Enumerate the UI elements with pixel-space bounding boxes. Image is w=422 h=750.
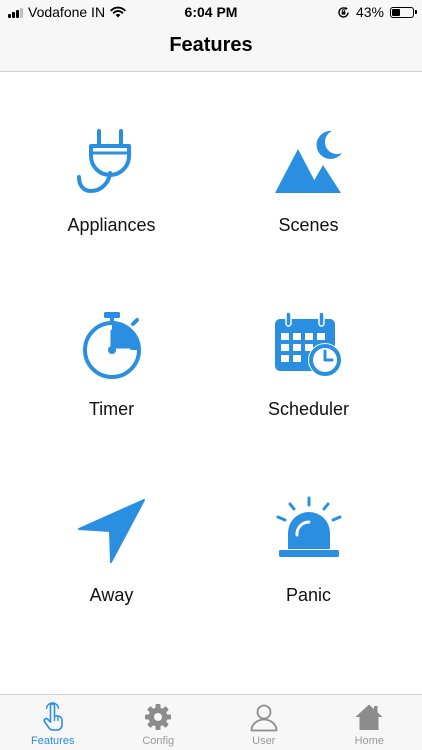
location-arrow-icon [77,495,147,565]
calendar-clock-icon [274,309,344,379]
feature-label: Scenes [278,215,339,235]
feature-tile-scheduler[interactable]: Scheduler [203,309,414,459]
gear-icon [143,702,173,732]
tab-label: Home [354,735,384,747]
feature-tile-away[interactable]: Away [6,495,217,645]
siren-icon [274,495,344,565]
feature-tile-appliances[interactable]: Appliances [6,125,217,275]
tab-config[interactable]: Config [106,695,212,750]
feature-label: Appliances [67,215,156,235]
feature-tile-timer[interactable]: Timer [6,309,217,459]
tab-label: User [252,735,276,747]
stopwatch-icon [77,309,147,379]
feature-tile-panic[interactable]: Panic [203,495,414,645]
battery-level-fill [392,8,400,16]
tab-bar: Features Config User Home [0,694,422,750]
user-icon [249,702,279,732]
tab-features[interactable]: Features [0,695,106,750]
home-icon [354,702,384,732]
plug-icon [76,125,147,195]
status-right: 43% [337,4,417,20]
feature-label: Timer [88,399,135,419]
mountain-moon-icon [274,125,344,195]
tab-label: Config [142,735,175,747]
feature-label: Panic [285,585,332,605]
battery-icon [390,6,417,18]
feature-label: Away [89,585,134,605]
tab-label: Features [31,735,75,747]
app-screen: Vodafone IN 6:04 PM 43% Features Applian… [0,0,422,750]
battery-percent: 43% [355,4,384,20]
navigation-bar: Features [0,24,422,72]
orientation-lock-icon [338,6,349,18]
tab-user[interactable]: User [211,695,317,750]
feature-tile-scenes[interactable]: Scenes [203,125,414,275]
hand-pointer-icon [38,702,68,732]
status-bar: Vodafone IN 6:04 PM 43% [0,0,422,24]
page-title: Features [169,34,253,56]
tab-home[interactable]: Home [317,695,422,750]
feature-label: Scheduler [267,399,350,419]
